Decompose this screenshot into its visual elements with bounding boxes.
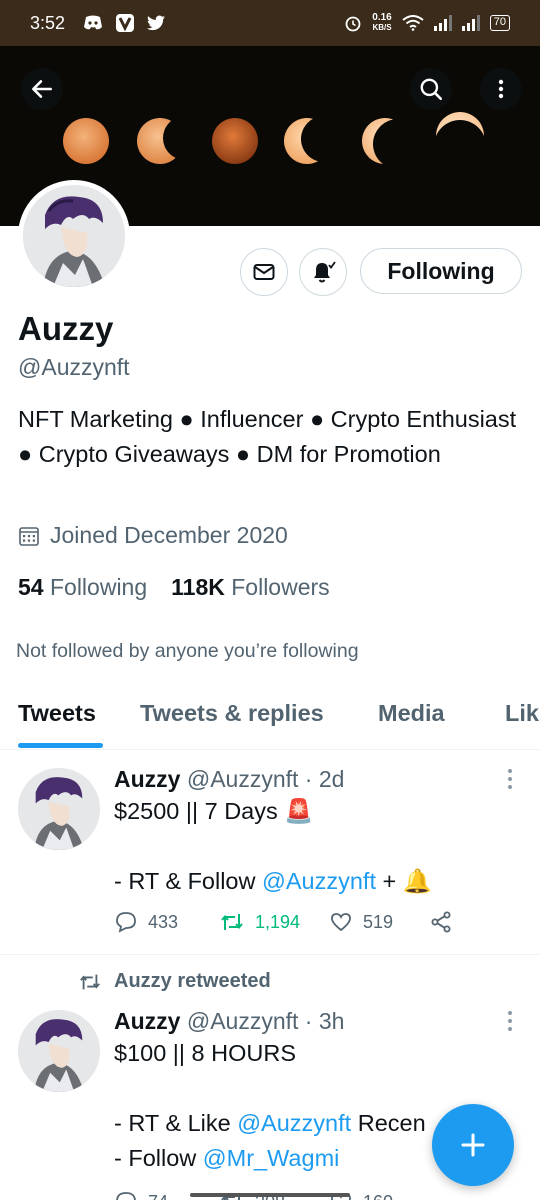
tweet-avatar[interactable]	[18, 768, 100, 850]
tab-tweets-replies[interactable]: Tweets & replies	[140, 700, 324, 727]
profile-bio: NFT Marketing ● Influencer ● Crypto Enth…	[18, 406, 517, 467]
tweet[interactable]: Auzzy @Auzzynft · 2d $2500 || 7 Days 🚨 -…	[0, 750, 540, 954]
tweet-header: Auzzy @Auzzynft · 2d	[114, 766, 344, 793]
share-icon	[431, 911, 451, 933]
tab-likes[interactable]: Lik	[505, 700, 539, 727]
tweet-time[interactable]: · 3h	[305, 1008, 345, 1034]
reply-icon	[116, 912, 136, 933]
active-tab-indicator	[18, 743, 103, 748]
tweet-author-name[interactable]: Auzzy	[114, 1008, 180, 1034]
retweeted-by-line[interactable]: Auzzy retweeted	[78, 970, 271, 993]
retweet-button[interactable]: 1,194	[219, 910, 329, 934]
tweet-text-line: - Follow @Mr_Wagmi	[114, 1145, 340, 1171]
discord-icon	[83, 15, 103, 31]
following-count-link[interactable]: 54 Following	[18, 574, 147, 601]
tweet-author-handle[interactable]: @Auzzynft	[187, 766, 299, 792]
status-bar: 3:52 0.16 KB/S 70	[0, 0, 540, 46]
not-followed-notice: Not followed by anyone you’re following	[16, 640, 359, 662]
tweet-divider	[0, 954, 540, 955]
status-time: 3:52	[30, 12, 66, 33]
eclipse-phase-1	[63, 118, 109, 164]
tweet-header: Auzzy @Auzzynft · 3h	[114, 1008, 344, 1035]
profile-tabs: Tweets Tweets & replies Media Lik	[0, 688, 540, 750]
search-button[interactable]	[410, 68, 452, 110]
tweet-author-name[interactable]: Auzzy	[114, 766, 180, 792]
net-speed: 0.16 KB/S	[372, 12, 392, 33]
mention-link[interactable]: @Auzzynft	[262, 868, 376, 894]
bell-subscribed-icon	[314, 261, 336, 283]
plus-icon	[461, 1133, 485, 1157]
tweet-author-handle[interactable]: @Auzzynft	[187, 1008, 299, 1034]
share-button[interactable]	[429, 910, 453, 934]
tweet-text-line: $100 || 8 HOURS	[114, 1040, 297, 1066]
search-icon	[420, 78, 443, 101]
tweet-actions: 433 1,194 519	[114, 910, 453, 934]
gesture-nav-bar[interactable]	[190, 1193, 350, 1197]
eclipse-phase-3	[212, 118, 258, 164]
reply-button[interactable]: 433	[114, 910, 219, 934]
reply-icon	[116, 1192, 136, 1200]
tweet-avatar[interactable]	[18, 1010, 100, 1092]
vpn-icon	[115, 13, 135, 33]
tweet-more-button[interactable]	[500, 1006, 520, 1036]
more-vertical-icon	[508, 1011, 512, 1031]
mention-link[interactable]: @Mr_Wagmi	[203, 1145, 340, 1171]
retweet-icon	[80, 974, 100, 989]
more-vertical-icon	[508, 769, 512, 789]
profile-handle: @Auzzynft	[18, 354, 130, 380]
signal-icon-2	[461, 15, 480, 31]
mention-link[interactable]: @Auzzynft	[237, 1110, 351, 1136]
tweet-time[interactable]: · 2d	[305, 766, 345, 792]
followers-count-link[interactable]: 118K Followers	[171, 574, 330, 601]
envelope-icon	[253, 264, 275, 280]
retweet-icon	[221, 914, 243, 930]
alarm-icon	[344, 14, 362, 32]
calendar-icon	[19, 526, 39, 546]
profile-avatar[interactable]	[18, 180, 130, 292]
notifications-button[interactable]	[299, 248, 347, 296]
tweet-more-button[interactable]	[500, 764, 520, 794]
back-button[interactable]	[21, 68, 63, 110]
eclipse-shadow-2	[163, 116, 207, 160]
joined-text: Joined December 2020	[50, 522, 288, 548]
signal-icon-1	[433, 15, 452, 31]
heart-icon	[331, 913, 351, 932]
profile-name: Auzzy	[18, 310, 114, 347]
follow-counts: 54 Following 118K Followers	[18, 574, 330, 601]
battery-indicator: 70	[489, 15, 510, 31]
eclipse-shadow-5	[373, 119, 423, 169]
following-button[interactable]: Following	[360, 248, 522, 294]
joined-date: Joined December 2020	[18, 522, 288, 549]
tweet-text-line: - RT & Follow @Auzzynft + 🔔	[114, 868, 433, 894]
compose-tweet-button[interactable]	[432, 1104, 514, 1186]
wifi-icon	[402, 15, 424, 31]
tab-media[interactable]: Media	[378, 700, 445, 727]
message-button[interactable]	[240, 248, 288, 296]
eclipse-shadow-6	[434, 120, 486, 172]
eclipse-shadow-4	[301, 116, 347, 162]
like-button[interactable]: 519	[329, 910, 429, 934]
more-options-button[interactable]	[480, 68, 522, 110]
more-vertical-icon	[498, 79, 504, 99]
tab-tweets[interactable]: Tweets	[18, 700, 96, 727]
arrow-left-icon	[32, 80, 52, 98]
tweet-text-line: $2500 || 7 Days 🚨	[114, 798, 314, 824]
twitter-bird-icon	[147, 15, 166, 31]
